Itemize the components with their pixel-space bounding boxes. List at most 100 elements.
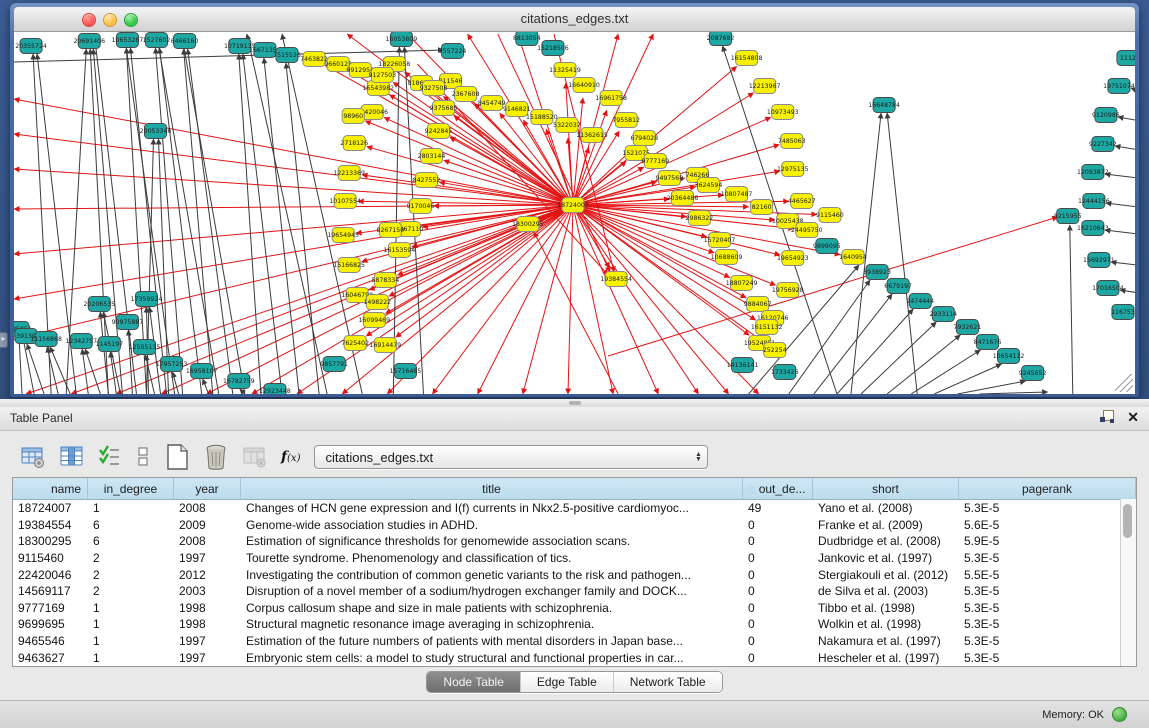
graph-node-label: 17016504 — [1092, 285, 1124, 292]
column-header-year[interactable]: year — [174, 478, 241, 499]
graph-node-label: 116753 — [1111, 309, 1135, 316]
table-cell: Genome-wide association studies in ADHD. — [241, 517, 743, 534]
graph-edge — [1118, 117, 1135, 122]
graph-edge — [14, 205, 573, 339]
graph-node-label: 12342757 — [65, 338, 97, 345]
graph-node-label: 11156868 — [30, 336, 62, 343]
table-cell: 14569117 — [13, 583, 88, 600]
graph-node-label: 9497568 — [655, 175, 683, 182]
graph-node-label: 82160 — [752, 204, 772, 211]
table-cell: Wolkin et al. (1998) — [813, 616, 959, 633]
table-options-icon[interactable] — [20, 444, 46, 470]
table-row[interactable]: 1872400712008Changes of HCN gene express… — [13, 500, 1136, 517]
table-row[interactable]: 1456911722003Disruption of a novel membe… — [13, 583, 1136, 600]
table-row[interactable]: 911546021997Tourette syndrome. Phenomeno… — [13, 550, 1136, 567]
graph-node-label: 10807487 — [721, 191, 753, 198]
table-cell: 0 — [743, 649, 813, 666]
table-panel-header: Table Panel ✕ — [0, 407, 1149, 431]
graph-node-label: 10973493 — [767, 109, 799, 116]
table-cell: 5.3E-5 — [959, 550, 1136, 567]
table-cell: 0 — [743, 517, 813, 534]
graph-node-label: 90975887 — [112, 319, 144, 326]
graph-node-label: 5322037 — [553, 122, 581, 129]
graph-node-label: 19384554 — [600, 276, 632, 283]
graph-node-label: 8267150 — [376, 227, 404, 234]
graph-node-label: 16543982 — [362, 85, 394, 92]
table-cell: 5.6E-5 — [959, 517, 1136, 534]
combo-arrows-icon: ▲▼ — [689, 452, 707, 462]
graph-node-label: 20364486 — [667, 195, 699, 202]
close-panel-icon[interactable]: ✕ — [1127, 409, 1139, 425]
table-cell: Nakamura et al. (1997) — [813, 633, 959, 650]
float-panel-icon[interactable] — [1099, 409, 1115, 425]
table-scrollbar[interactable] — [1120, 499, 1136, 666]
column-header-title[interactable]: title — [241, 478, 743, 499]
function-builder-icon[interactable]: f(x) — [281, 449, 300, 465]
select-rows-icon[interactable] — [98, 444, 122, 470]
table-cell: 0 — [743, 616, 813, 633]
table-cell: 9115460 — [13, 550, 88, 567]
panel-title: Table Panel — [10, 411, 73, 425]
graph-edge — [1070, 225, 1073, 394]
graph-node-label: 98960 — [343, 113, 363, 120]
graph-node-label: 16782759 — [223, 378, 255, 385]
table-cell: 5.3E-5 — [959, 583, 1136, 600]
table-cell: 2 — [88, 550, 174, 567]
tab-node-table[interactable]: Node Table — [427, 672, 520, 692]
tab-network-table[interactable]: Network Table — [614, 672, 722, 692]
column-header-name[interactable]: name — [13, 478, 88, 499]
table-row[interactable]: 946362711997Embryonic stem cells: a mode… — [13, 649, 1136, 666]
graph-edge — [911, 350, 980, 394]
graph-edge — [184, 49, 213, 394]
new-table-icon[interactable] — [164, 444, 190, 470]
table-row[interactable]: 1830029562008Estimation of significance … — [13, 533, 1136, 550]
graph-node-label: 16099469 — [358, 317, 390, 324]
table-cell: 2 — [88, 583, 174, 600]
table-cell: 5.3E-5 — [959, 649, 1136, 666]
table-cell: Estimation of significance thresholds fo… — [241, 533, 743, 550]
table-row[interactable]: 969969511998Structural magnetic resonanc… — [13, 616, 1136, 633]
table-cell: Disruption of a novel member of a sodium… — [241, 583, 743, 600]
application-desktop: ▸ citations_edges.txt 187240077463822966… — [0, 0, 1149, 399]
network-canvas[interactable]: 1872400774638229660123991295416543982224… — [14, 32, 1135, 394]
panel-splitter[interactable] — [0, 399, 1149, 407]
graph-edge — [861, 322, 936, 394]
column-header-out_de[interactable]: △out_de... — [743, 478, 813, 499]
window-titlebar[interactable]: citations_edges.txt — [14, 7, 1135, 32]
column-header-in_degree[interactable]: in_degree — [88, 478, 174, 499]
graph-edge — [264, 58, 299, 394]
graph-node-label: 16648784 — [868, 102, 900, 109]
sort-ascending-icon: △ — [747, 483, 755, 494]
graph-edge — [887, 113, 917, 394]
graph-node-label: 1145197 — [95, 341, 123, 348]
graph-edge — [239, 54, 261, 394]
table-row[interactable]: 977716911998Corpus callosum shape and si… — [13, 600, 1136, 617]
table-cell: 0 — [743, 633, 813, 650]
graph-node-label: 9474444 — [906, 298, 934, 305]
table-cell: 49 — [743, 500, 813, 517]
table-cell: Stergiakouli et al. (2012) — [813, 566, 959, 583]
column-chooser-icon[interactable] — [59, 444, 85, 470]
graph-edge — [934, 364, 1001, 394]
scrollbar-thumb[interactable] — [1123, 504, 1132, 538]
table-row[interactable]: 2242004622012Investigating the contribut… — [13, 566, 1136, 583]
graph-edge — [887, 335, 960, 394]
column-header-pagerank[interactable]: pagerank — [959, 478, 1136, 499]
graph-node-label: 18724007 — [557, 202, 589, 209]
table-row[interactable]: 1938455462009Genome-wide association stu… — [13, 517, 1136, 534]
graph-node-label: 20355724 — [15, 43, 47, 50]
table-source-select[interactable]: citations_edges.txt ▲▼ — [314, 445, 708, 469]
delete-table-icon[interactable] — [203, 444, 229, 470]
table-cell: 0 — [743, 533, 813, 550]
memory-ok-indicator-icon[interactable] — [1112, 707, 1127, 722]
graph-edge — [1105, 174, 1135, 179]
graph-edge — [19, 337, 22, 394]
table-cell: 18724007 — [13, 500, 88, 517]
table-row[interactable]: 946554611997Estimation of the future num… — [13, 633, 1136, 650]
tab-edge-table[interactable]: Edge Table — [520, 672, 614, 692]
graph-edge — [404, 47, 423, 394]
canvas-resize-grip[interactable] — [1115, 374, 1133, 392]
column-header-short[interactable]: short — [813, 478, 959, 499]
desktop-edge-marker[interactable]: ▸ — [0, 332, 8, 348]
row-height-icon[interactable] — [135, 444, 151, 470]
